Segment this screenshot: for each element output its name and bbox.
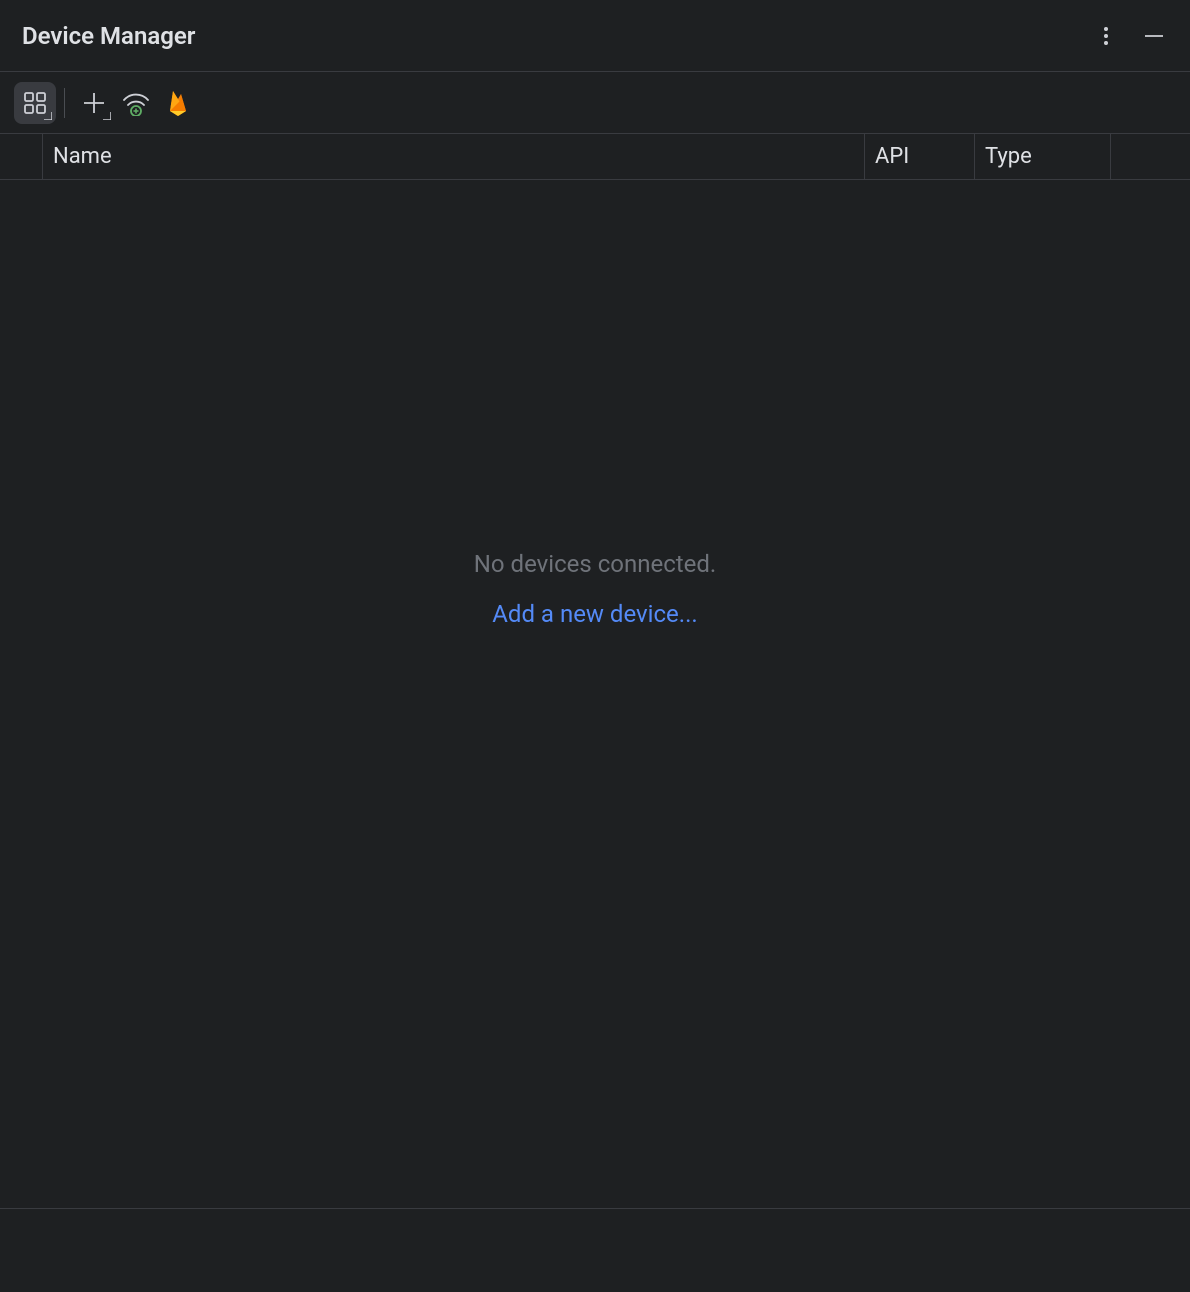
column-header-actions (1110, 134, 1190, 179)
table-header: Name API Type (0, 134, 1190, 180)
column-header-name[interactable]: Name (42, 134, 864, 179)
panel-header: Device Manager (0, 0, 1190, 72)
panel-title: Device Manager (22, 22, 195, 50)
device-explorer-button[interactable] (14, 82, 56, 124)
add-device-button[interactable] (73, 82, 115, 124)
toolbar (0, 72, 1190, 134)
wifi-add-icon (122, 90, 150, 116)
hide-panel-button[interactable] (1138, 20, 1170, 52)
column-header-api[interactable]: API (864, 134, 974, 179)
firebase-icon (167, 89, 189, 117)
add-device-link[interactable]: Add a new device... (492, 600, 698, 628)
more-options-button[interactable] (1090, 20, 1122, 52)
header-controls (1090, 20, 1170, 52)
firebase-button[interactable] (157, 82, 199, 124)
pair-wifi-button[interactable] (115, 82, 157, 124)
minimize-icon (1142, 24, 1166, 48)
more-vertical-icon (1095, 25, 1117, 47)
expand-corner-icon (103, 112, 111, 120)
panel-footer (0, 1208, 1190, 1292)
column-header-type[interactable]: Type (974, 134, 1110, 179)
empty-content: No devices connected. Add a new device..… (0, 180, 1190, 1208)
empty-message: No devices connected. (474, 550, 716, 578)
table-header-spacer (0, 134, 42, 179)
toolbar-separator (64, 88, 65, 118)
expand-corner-icon (44, 112, 52, 120)
